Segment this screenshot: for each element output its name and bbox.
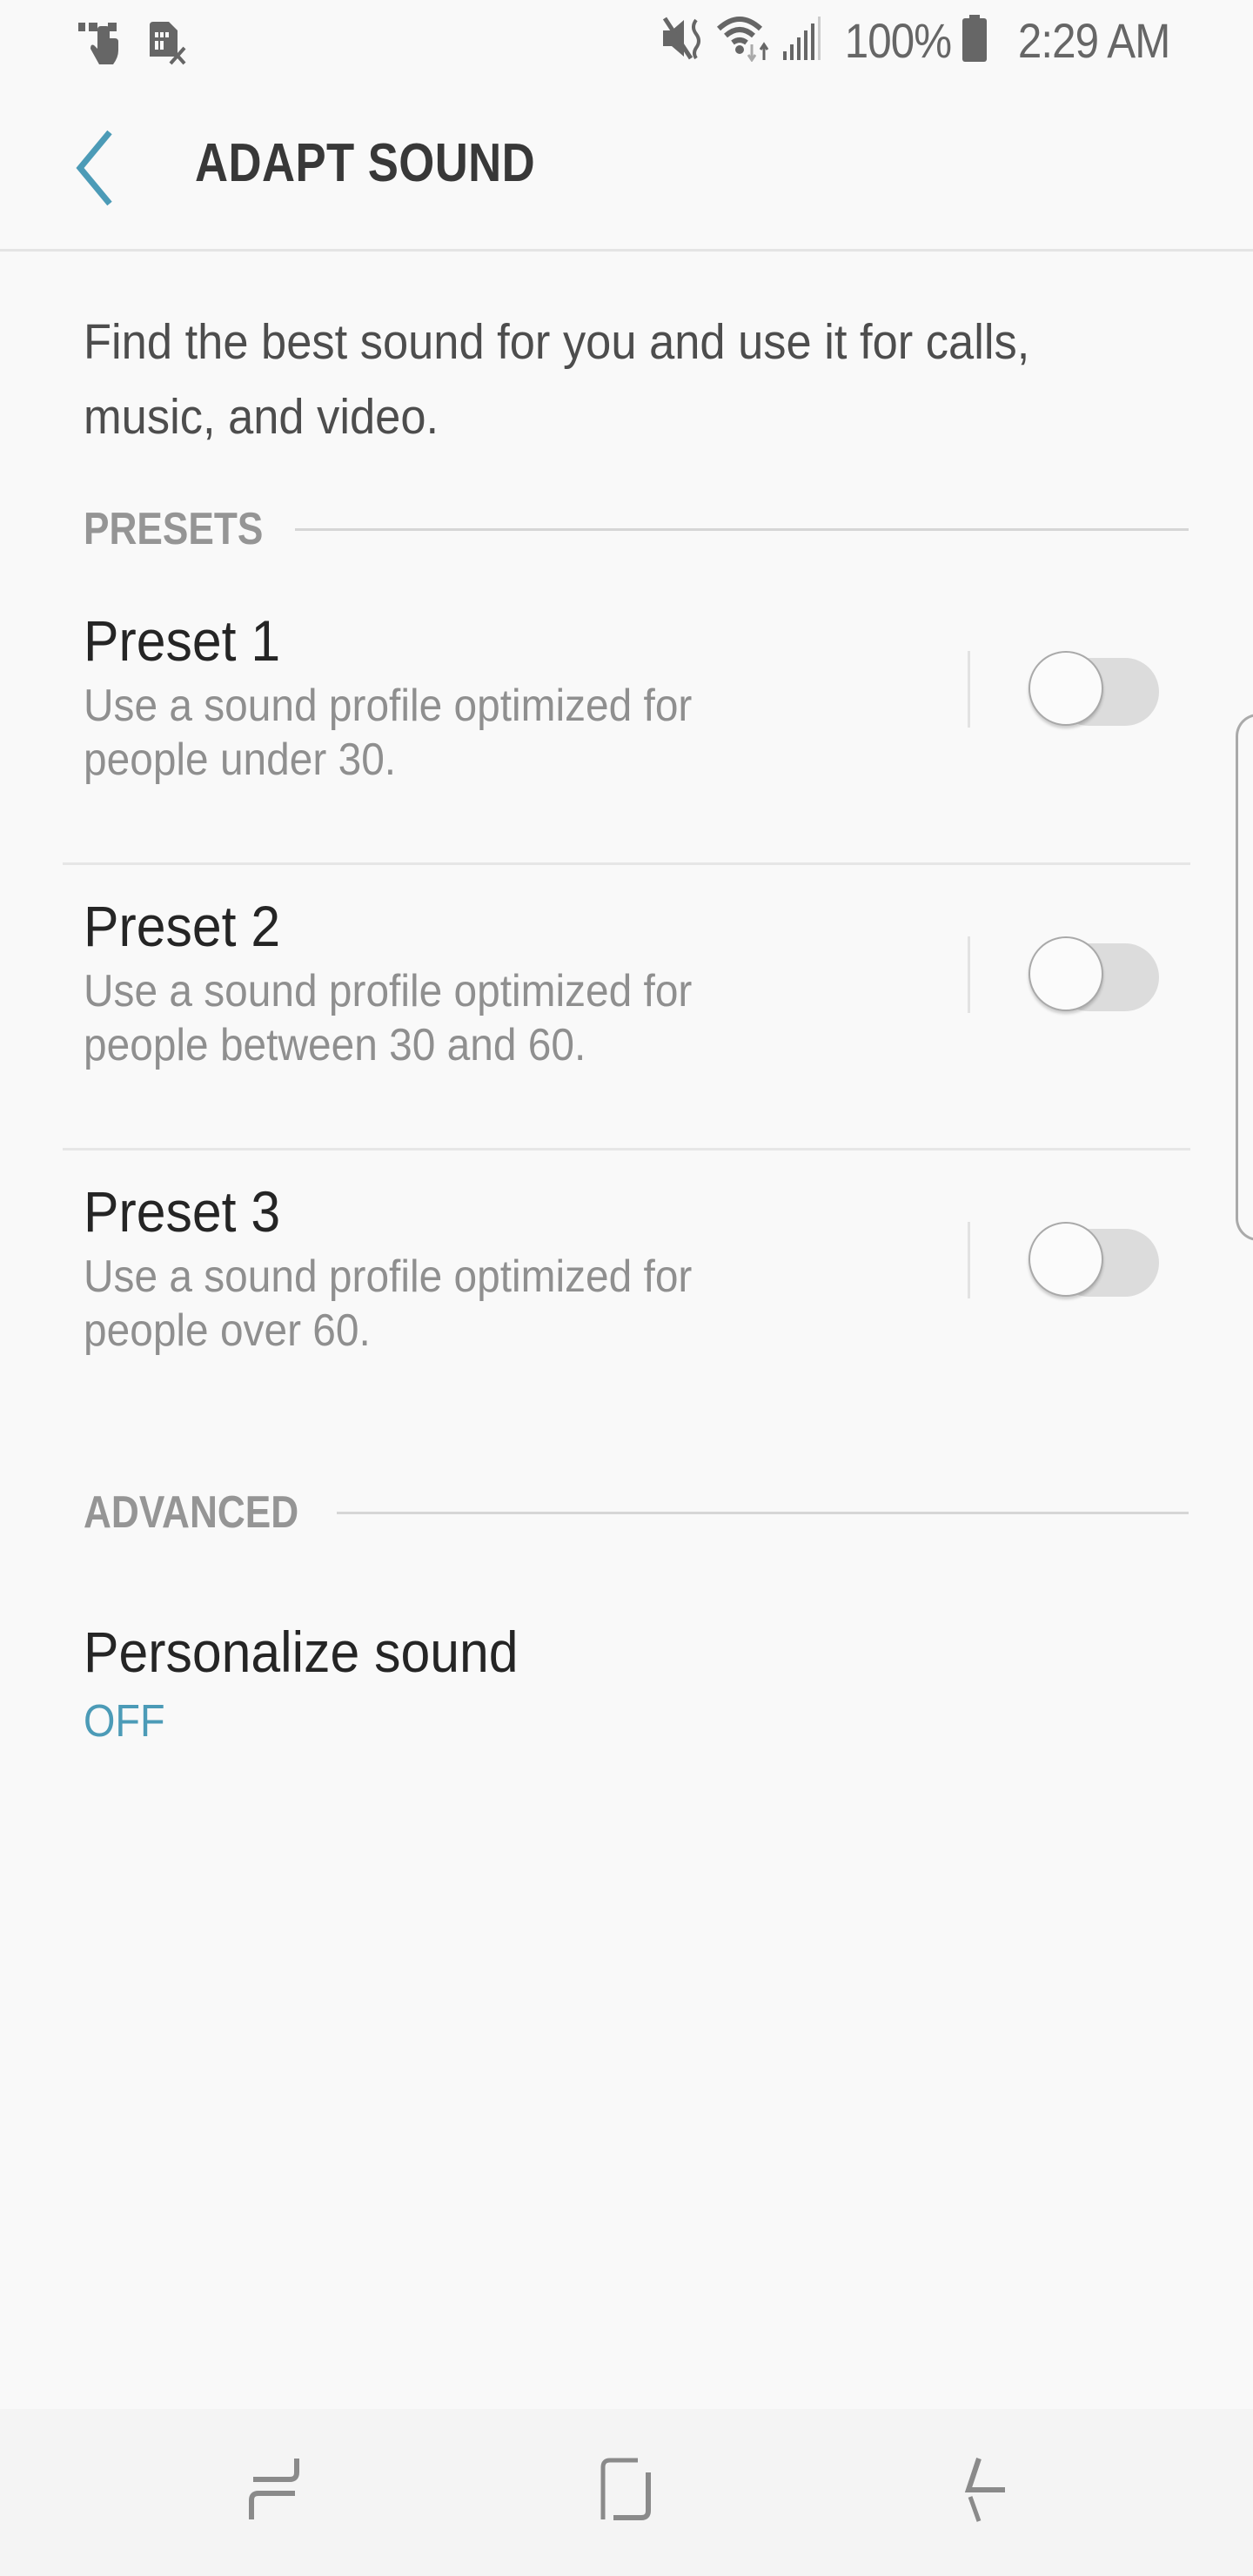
recents-button[interactable] bbox=[223, 2444, 327, 2539]
preset-1-switch[interactable] bbox=[1029, 639, 1159, 735]
edge-panel-handle[interactable] bbox=[1236, 714, 1253, 1241]
preset-summary: Use a sound profile optimized for people… bbox=[84, 1251, 693, 1356]
touch-icon bbox=[78, 19, 127, 72]
preset-2-switch[interactable] bbox=[1029, 924, 1159, 1020]
section-divider bbox=[294, 527, 1189, 531]
vertical-divider bbox=[968, 936, 970, 1013]
section-header-advanced: ADVANCED bbox=[84, 1486, 1189, 1539]
home-icon bbox=[596, 2455, 657, 2529]
preset-summary: Use a sound profile optimized for people… bbox=[84, 966, 693, 1070]
app-bar: ADAPT SOUND bbox=[0, 87, 1253, 252]
vertical-divider bbox=[968, 1222, 970, 1298]
battery-percent: 100% bbox=[845, 13, 952, 68]
chevron-left-icon bbox=[61, 130, 131, 211]
signal-icon bbox=[781, 17, 821, 64]
recents-icon bbox=[245, 2455, 305, 2529]
section-header-presets: PRESETS bbox=[84, 503, 1189, 555]
section-label-advanced: ADVANCED bbox=[84, 1487, 299, 1538]
navigate-up-button[interactable] bbox=[61, 129, 131, 207]
status-bar: 100% 2:29 AM bbox=[0, 0, 1253, 87]
clock: 2:29 AM bbox=[1017, 13, 1170, 68]
status-bar-right: 100% 2:29 AM bbox=[660, 12, 1170, 69]
section-label-presets: PRESETS bbox=[84, 504, 264, 554]
preset-summary: Use a sound profile optimized for people… bbox=[84, 681, 693, 785]
page-title: ADAPT SOUND bbox=[195, 133, 536, 193]
preset-2-item[interactable]: Preset 2 Use a sound profile optimized f… bbox=[63, 867, 1190, 1150]
home-button[interactable] bbox=[574, 2444, 679, 2539]
battery-icon bbox=[961, 15, 988, 66]
switch-thumb bbox=[1029, 936, 1103, 1011]
mute-icon bbox=[660, 17, 707, 64]
wifi-data-icon bbox=[715, 15, 773, 66]
personalize-sound-item[interactable]: Personalize sound OFF bbox=[63, 1584, 1190, 1758]
vertical-divider bbox=[968, 651, 970, 728]
switch-thumb bbox=[1029, 651, 1103, 726]
status-bar-left bbox=[78, 19, 188, 72]
preset-3-switch[interactable] bbox=[1029, 1210, 1159, 1305]
section-divider bbox=[336, 1511, 1189, 1514]
page-description: Find the best sound for you and use it f… bbox=[84, 314, 1030, 445]
back-arrow-icon bbox=[948, 2455, 1008, 2529]
sim-card-missing-icon bbox=[148, 22, 188, 70]
personalize-sound-title: Personalize sound bbox=[84, 1620, 519, 1684]
list-divider bbox=[63, 862, 1190, 865]
preset-1-item[interactable]: Preset 1 Use a sound profile optimized f… bbox=[63, 581, 1190, 865]
back-button[interactable] bbox=[926, 2444, 1030, 2539]
navigation-bar bbox=[0, 2409, 1253, 2576]
preset-3-item[interactable]: Preset 3 Use a sound profile optimized f… bbox=[63, 1152, 1190, 1436]
preset-title: Preset 1 bbox=[84, 608, 281, 673]
list-divider bbox=[63, 1148, 1190, 1150]
personalize-sound-status: OFF bbox=[84, 1696, 165, 1747]
preset-title: Preset 2 bbox=[84, 894, 281, 958]
preset-title: Preset 3 bbox=[84, 1179, 281, 1244]
switch-thumb bbox=[1029, 1222, 1103, 1297]
